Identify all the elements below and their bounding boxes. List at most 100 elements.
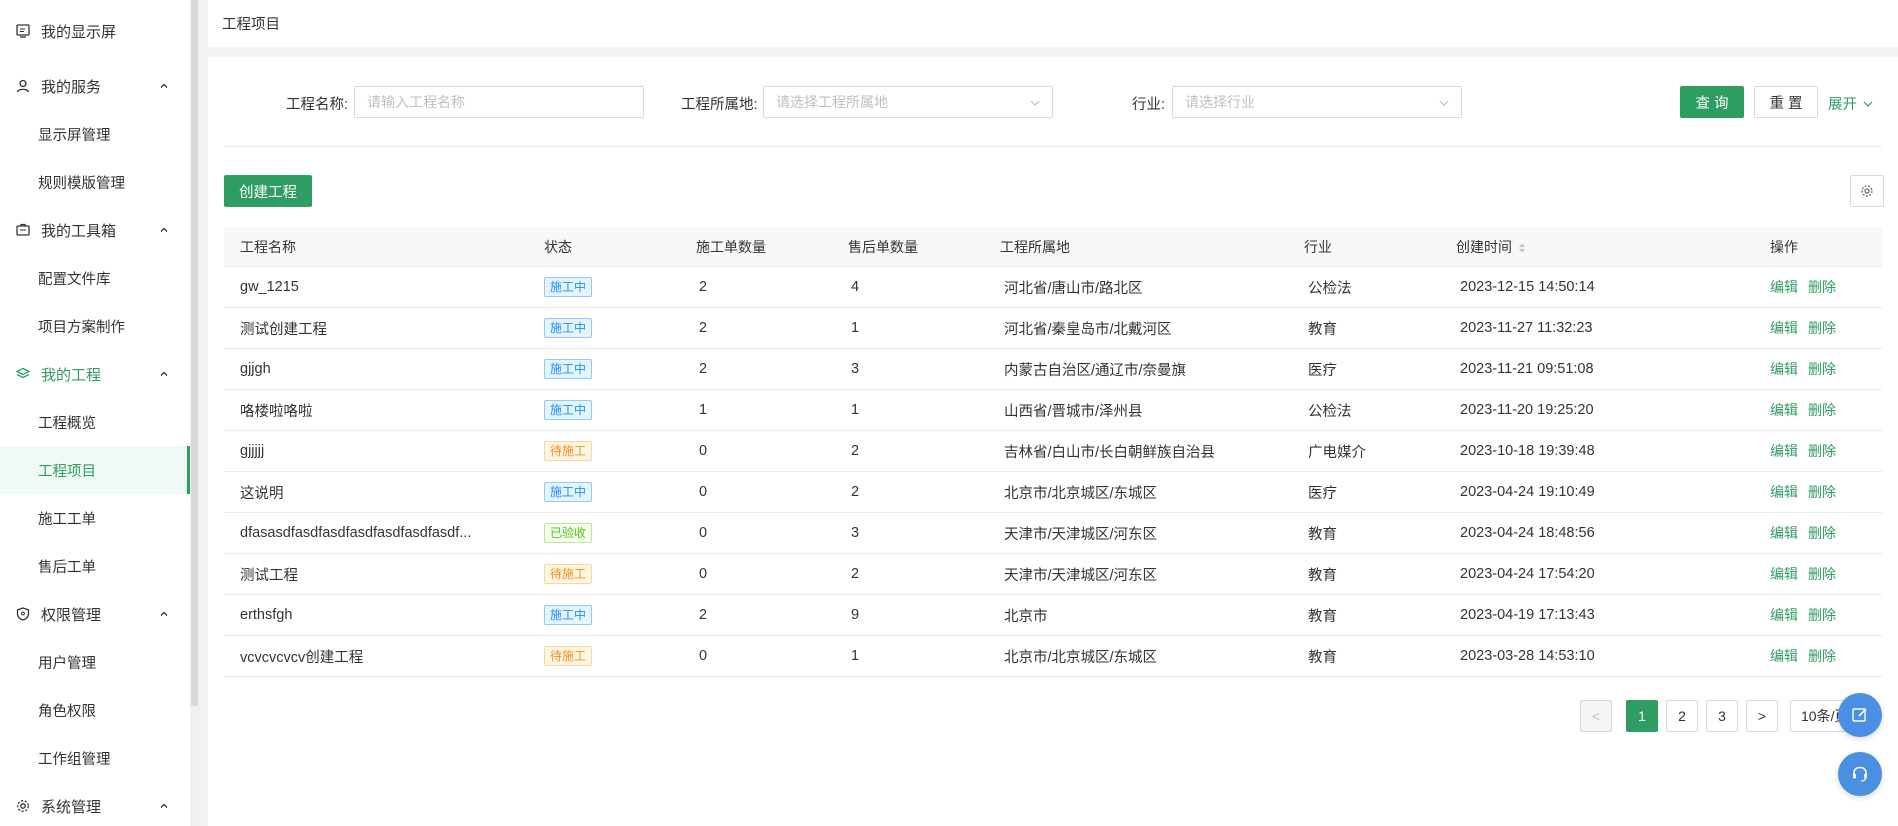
status-badge: 施工中 <box>544 605 593 625</box>
table-row: gjjgh 施工中 2 3 内蒙古自治区/通辽市/奈曼旗 医疗 2023-11-21 09:… <box>224 349 1882 390</box>
edit-link[interactable]: 编辑 <box>1770 525 1798 541</box>
sidebar-group-system[interactable]: 系统管理 <box>0 782 190 826</box>
project-name-cell: dfasasdfasdfasdfasdfasdfasdfasdf... <box>240 525 472 541</box>
delete-link[interactable]: 删除 <box>1808 484 1836 500</box>
industry-cell: 医疗 <box>1308 362 1337 379</box>
chevron-down-icon <box>1030 100 1040 106</box>
sidebar-group-toolbox[interactable]: 我的工具箱 <box>0 206 190 254</box>
status-badge: 施工中 <box>544 400 593 420</box>
delete-link[interactable]: 删除 <box>1808 279 1836 295</box>
location-cell: 山西省/晋城市/泽州县 <box>1004 403 1143 420</box>
industry-select[interactable]: 请选择行业 <box>1172 86 1462 118</box>
edit-link[interactable]: 编辑 <box>1770 648 1798 664</box>
status-cell: 待施工 <box>528 441 680 461</box>
industry-cell: 教育 <box>1308 649 1337 666</box>
status-cell: 施工中 <box>528 400 680 420</box>
feedback-float-button[interactable] <box>1838 693 1882 737</box>
after-sales-count-cell: 2 <box>851 566 860 582</box>
created-time-cell: 2023-12-15 14:50:14 <box>1460 279 1595 295</box>
delete-link[interactable]: 删除 <box>1808 525 1836 541</box>
sidebar-group-projects[interactable]: 我的工程 <box>0 350 190 398</box>
next-page-button[interactable]: > <box>1746 700 1778 732</box>
prev-page-button[interactable]: < <box>1580 700 1612 732</box>
delete-link[interactable]: 删除 <box>1808 607 1836 623</box>
delete-link[interactable]: 删除 <box>1808 361 1836 377</box>
industry-cell: 公检法 <box>1308 403 1352 420</box>
sidebar-group-display[interactable]: 我的显示屏 <box>0 0 190 62</box>
column-header-created-sortable[interactable]: 创建时间 <box>1440 237 1754 257</box>
edit-link[interactable]: 编辑 <box>1770 607 1798 623</box>
edit-link[interactable]: 编辑 <box>1770 320 1798 336</box>
table-settings-button[interactable] <box>1850 175 1884 207</box>
sidebar-item-work-orders[interactable]: 施工工单 <box>0 494 190 542</box>
sidebar-item-project-list[interactable]: 工程项目 <box>0 446 190 494</box>
page-button-3[interactable]: 3 <box>1706 700 1738 732</box>
breadcrumb-current: 工程项目 <box>222 17 280 33</box>
sidebar-item-after-sales[interactable]: 售后工单 <box>0 542 190 590</box>
status-badge: 待施工 <box>544 441 593 461</box>
delete-link[interactable]: 删除 <box>1808 443 1836 459</box>
status-badge: 待施工 <box>544 564 593 584</box>
support-float-button[interactable] <box>1838 752 1882 796</box>
sidebar-item-display-manage[interactable]: 显示屏管理 <box>0 110 190 158</box>
edit-link[interactable]: 编辑 <box>1770 484 1798 500</box>
expand-filters-link[interactable]: 展开 <box>1828 93 1873 114</box>
location-cell: 北京市/北京城区/东城区 <box>1004 649 1158 666</box>
sidebar-group-services[interactable]: 我的服务 <box>0 62 190 110</box>
delete-link[interactable]: 删除 <box>1808 566 1836 582</box>
sidebar-item-project-overview[interactable]: 工程概览 <box>0 398 190 446</box>
edit-link[interactable]: 编辑 <box>1770 566 1798 582</box>
edit-link[interactable]: 编辑 <box>1770 443 1798 459</box>
query-button[interactable]: 查 询 <box>1680 86 1744 118</box>
create-project-button[interactable]: 创建工程 <box>224 175 312 207</box>
project-name-input[interactable]: 请输入工程名称 <box>354 86 644 118</box>
column-header: 售后单数量 <box>848 238 918 255</box>
delete-link[interactable]: 删除 <box>1808 648 1836 664</box>
work-order-count-cell: 2 <box>699 361 708 377</box>
actions-cell: 编辑 删除 <box>1754 277 1882 297</box>
page-button-2[interactable]: 2 <box>1666 700 1698 732</box>
edit-link[interactable]: 编辑 <box>1770 361 1798 377</box>
created-time-cell: 2023-11-27 11:32:23 <box>1460 320 1593 336</box>
actions-cell: 编辑 删除 <box>1754 318 1882 338</box>
sidebar-group-label: 我的工程 <box>41 366 102 384</box>
created-time-cell: 2023-10-18 19:39:48 <box>1460 443 1595 459</box>
work-order-count-cell: 2 <box>699 320 708 336</box>
sidebar-item-label: 显示屏管理 <box>38 127 111 144</box>
sidebar-item-roles[interactable]: 角色权限 <box>0 686 190 734</box>
after-sales-count-cell: 1 <box>851 648 860 664</box>
column-header: 工程名称 <box>240 238 296 255</box>
project-name-cell: 咯楼啦咯啦 <box>240 403 313 420</box>
sidebar-group-permissions[interactable]: 权限管理 <box>0 590 190 638</box>
sidebar-item-rule-template[interactable]: 规则模版管理 <box>0 158 190 206</box>
sidebar-item-label: 项目方案制作 <box>38 319 125 336</box>
edit-link[interactable]: 编辑 <box>1770 402 1798 418</box>
sidebar-group-label: 我的显示屏 <box>41 23 117 41</box>
project-name-label: 工程名称: <box>286 97 349 113</box>
sidebar-item-workgroups[interactable]: 工作组管理 <box>0 734 190 782</box>
edit-link[interactable]: 编辑 <box>1770 279 1798 295</box>
work-order-count-cell: 1 <box>699 402 708 418</box>
chevron-up-icon <box>160 83 168 88</box>
status-badge: 施工中 <box>544 359 593 379</box>
project-location-select[interactable]: 请选择工程所属地 <box>763 86 1053 118</box>
location-cell: 吉林省/白山市/长白朝鲜族自治县 <box>1004 444 1216 461</box>
sidebar-item-project-plan[interactable]: 项目方案制作 <box>0 302 190 350</box>
table-row: gw_1215 施工中 2 4 河北省/唐山市/路北区 公检法 2023-12-15 14:… <box>224 267 1882 308</box>
delete-link[interactable]: 删除 <box>1808 402 1836 418</box>
column-header: 行业 <box>1304 238 1332 255</box>
sidebar-scrollbar[interactable] <box>191 0 198 706</box>
industry-cell: 教育 <box>1308 608 1337 625</box>
location-cell: 河北省/唐山市/路北区 <box>1004 280 1143 297</box>
delete-link[interactable]: 删除 <box>1808 320 1836 336</box>
sidebar-item-config-library[interactable]: 配置文件库 <box>0 254 190 302</box>
industry-cell: 广电媒介 <box>1308 444 1366 461</box>
project-name-cell: 测试工程 <box>240 567 298 584</box>
sidebar-item-users[interactable]: 用户管理 <box>0 638 190 686</box>
after-sales-count-cell: 9 <box>851 607 860 623</box>
reset-button[interactable]: 重 置 <box>1754 86 1818 118</box>
chevron-up-icon <box>160 611 168 616</box>
industry-label: 行业: <box>1132 97 1166 113</box>
sidebar-item-label: 角色权限 <box>38 703 96 720</box>
page-button-1[interactable]: 1 <box>1626 700 1658 732</box>
